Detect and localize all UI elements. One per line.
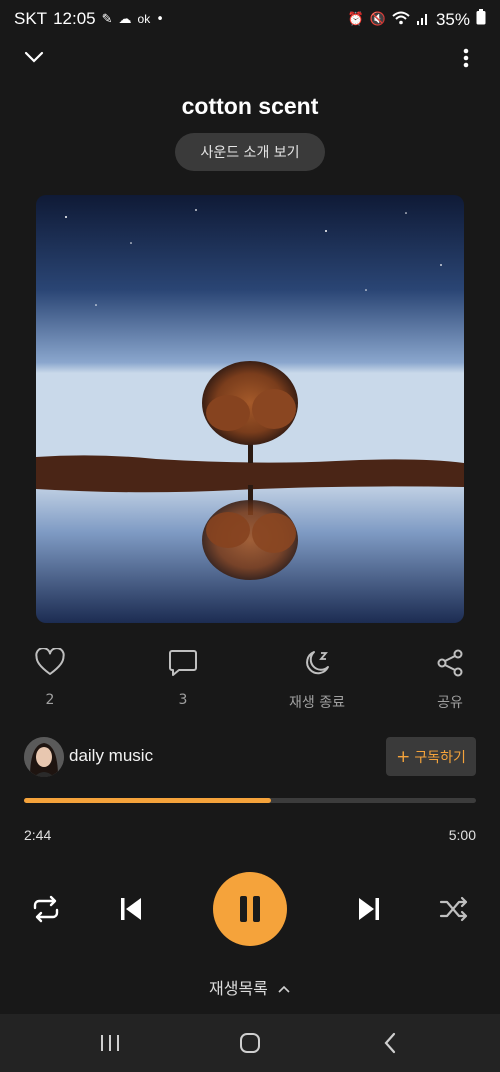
subscribe-label: 구독하기 (414, 749, 466, 766)
next-button[interactable] (345, 885, 393, 933)
moon-icon (272, 648, 362, 680)
playlist-toggle[interactable]: 재생목록 (0, 975, 500, 999)
back-icon (384, 1032, 396, 1054)
home-icon (240, 1033, 260, 1053)
share-icon (405, 648, 495, 680)
heart-icon (5, 648, 95, 680)
like-action[interactable]: 2 (5, 648, 95, 708)
signal-icon (416, 10, 430, 30)
share-label: 공유 (437, 695, 463, 711)
dot-icon: • (156, 11, 164, 27)
clock: 12:05 (53, 9, 96, 28)
plus-icon: + (396, 746, 411, 767)
sleep-timer-action[interactable]: 재생 종료 (272, 648, 362, 712)
status-left: SKT 12:05 ✎ ☁ ok • (14, 9, 164, 29)
progress-slider[interactable] (24, 798, 476, 803)
more-options-button[interactable] (448, 40, 484, 76)
collapse-button[interactable] (16, 39, 52, 75)
subscribe-button[interactable]: + 구독하기 (386, 737, 476, 776)
elapsed-time: 2:44 (24, 827, 52, 843)
pause-icon (240, 896, 260, 922)
comment-count: 3 (178, 692, 188, 708)
ok-notification-icon: ok (137, 12, 151, 26)
chevron-up-icon (273, 979, 291, 998)
clip-notification-icon: ✎ (101, 11, 113, 27)
alarm-icon: ⏰ (347, 12, 364, 27)
back-button[interactable] (360, 1014, 420, 1072)
cloud-notification-icon: ☁ (118, 11, 132, 27)
carrier-label: SKT (14, 9, 48, 28)
total-time: 5:00 (448, 827, 476, 843)
like-count: 2 (45, 692, 55, 708)
skip-next-icon (359, 898, 379, 920)
progress-fill (24, 798, 272, 803)
repeat-button[interactable] (22, 885, 70, 933)
recent-apps-icon (101, 1035, 119, 1051)
home-button[interactable] (220, 1014, 280, 1072)
wifi-icon (392, 11, 410, 29)
mute-icon: 🔇 (369, 12, 386, 27)
album-artwork (36, 195, 464, 623)
shuffle-button[interactable] (430, 885, 478, 933)
battery-icon (476, 9, 486, 30)
pause-button[interactable] (213, 872, 287, 946)
comment-action[interactable]: 3 (138, 648, 228, 708)
chevron-down-icon (24, 51, 44, 63)
artist-avatar[interactable] (24, 737, 64, 777)
battery-level: 35% (435, 9, 470, 29)
sound-intro-button[interactable]: 사운드 소개 보기 (175, 133, 325, 171)
previous-button[interactable] (107, 885, 155, 933)
status-bar: SKT 12:05 ✎ ☁ ok • ⏰ 🔇 35% (0, 0, 500, 38)
playlist-label: 재생목록 (209, 979, 268, 998)
comment-icon (138, 648, 228, 680)
status-right: ⏰ 🔇 35% (348, 9, 486, 30)
track-title: cotton scent (181, 93, 319, 119)
recent-apps-button[interactable] (80, 1014, 140, 1072)
more-vertical-icon (463, 48, 469, 68)
artist-name[interactable]: daily music (69, 746, 153, 766)
sleep-timer-label: 재생 종료 (289, 695, 345, 711)
repeat-icon (33, 895, 59, 923)
shuffle-icon (439, 896, 468, 922)
skip-previous-icon (121, 898, 141, 920)
share-action[interactable]: 공유 (405, 648, 495, 712)
